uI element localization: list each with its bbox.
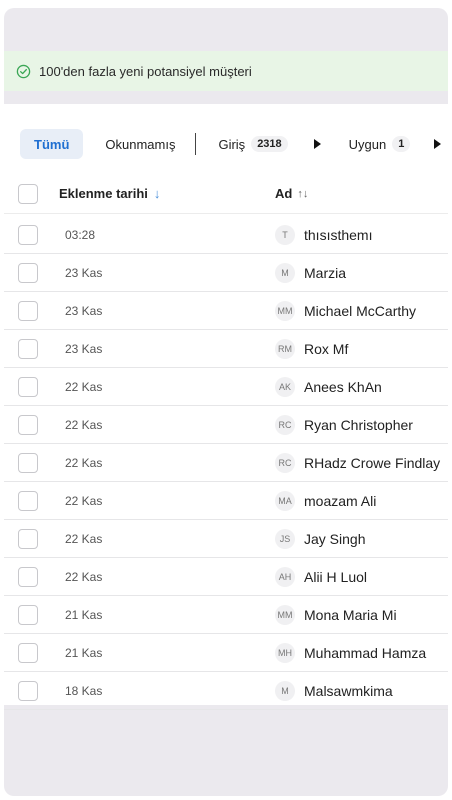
row-date: 23 Kas (65, 265, 103, 280)
table-row[interactable]: 22 Kas AK Anees KhAn (4, 368, 448, 406)
row-checkbox[interactable] (18, 604, 38, 625)
row-date: 22 Kas (65, 417, 103, 432)
row-date: 22 Kas (65, 493, 103, 508)
avatar: M (275, 262, 295, 283)
row-name[interactable]: moazam Ali (304, 493, 376, 509)
row-checkbox[interactable] (18, 300, 38, 321)
tab-inbox-count: 2318 (251, 136, 288, 152)
avatar: M (275, 680, 295, 701)
tab-qualified[interactable]: Uygun 1 (335, 129, 425, 159)
row-checkbox[interactable] (18, 642, 38, 663)
tab-all-label: Tümü (34, 136, 70, 152)
new-leads-alert[interactable]: 100'den fazla yeni potansiyel müşteri (4, 51, 448, 91)
row-date: 18 Kas (65, 683, 103, 698)
avatar: MM (275, 300, 295, 321)
row-checkbox[interactable] (18, 490, 38, 511)
table-row[interactable]: 21 Kas MH Muhammad Hamza (4, 634, 448, 672)
play-arrow-icon[interactable] (313, 139, 321, 149)
avatar: RC (275, 414, 295, 435)
check-circle-icon (16, 64, 31, 79)
avatar: AH (275, 566, 295, 587)
tab-inbox[interactable]: Giriş 2318 (204, 129, 301, 159)
table-row[interactable]: 22 Kas RC Ryan Christopher (4, 406, 448, 444)
app-frame: 100'den fazla yeni potansiyel müşteri Tü… (4, 8, 448, 796)
name-column-label: Ad (275, 186, 293, 201)
row-name[interactable]: Anees KhAn (304, 379, 382, 395)
table-row[interactable]: 22 Kas MA moazam Ali (4, 482, 448, 520)
row-date: 21 Kas (65, 645, 103, 660)
table-row[interactable]: 22 Kas JS Jay Singh (4, 520, 448, 558)
row-name[interactable]: Mona Maria Mi (304, 607, 397, 623)
row-name[interactable]: Jay Singh (304, 531, 365, 547)
table-row[interactable]: 03:28 T thısısthemı (4, 216, 448, 254)
row-checkbox[interactable] (18, 680, 38, 701)
row-date: 22 Kas (65, 455, 103, 470)
table-row[interactable]: 21 Kas MM Mona Maria Mi (4, 596, 448, 634)
row-checkbox[interactable] (18, 566, 38, 587)
leads-panel: Tümü Okunmamış Giriş 2318 Uygun 1 Eklenm… (4, 104, 448, 710)
tab-qualified-count: 1 (392, 136, 411, 152)
row-name[interactable]: thısısthemı (304, 227, 372, 243)
table-row[interactable]: 22 Kas RC RHadz Crowe Findlay (4, 444, 448, 482)
play-arrow-icon[interactable] (434, 139, 442, 149)
leads-table-body: 03:28 T thısısthemı 23 Kas M Marzia 23 K… (4, 216, 448, 710)
tab-all[interactable]: Tümü (20, 129, 84, 159)
name-column-header[interactable]: Ad ↑↓ (275, 186, 308, 201)
avatar: MA (275, 490, 295, 511)
alert-text: 100'den fazla yeni potansiyel müşteri (39, 63, 252, 79)
row-checkbox[interactable] (18, 262, 38, 283)
table-row[interactable]: 23 Kas MM Michael McCarthy (4, 292, 448, 330)
row-name[interactable]: Muhammad Hamza (304, 645, 426, 661)
table-row[interactable]: 22 Kas AH Alii H Luol (4, 558, 448, 596)
row-date: 22 Kas (65, 379, 103, 394)
row-checkbox[interactable] (18, 414, 38, 435)
row-name[interactable]: Alii H Luol (304, 569, 367, 585)
row-date: 23 Kas (65, 303, 103, 318)
table-row[interactable]: 23 Kas M Marzia (4, 254, 448, 292)
table-header: Eklenme tarihi ↓ Ad ↑↓ (4, 174, 448, 214)
row-name[interactable]: Michael McCarthy (304, 303, 416, 319)
sort-icon: ↑↓ (297, 187, 309, 200)
tab-inbox-label: Giriş (218, 136, 246, 152)
table-row[interactable]: 23 Kas RM Rox Mf (4, 330, 448, 368)
row-date: 21 Kas (65, 607, 103, 622)
row-name[interactable]: RHadz Crowe Findlay (304, 455, 440, 471)
row-checkbox[interactable] (18, 224, 38, 245)
date-column-label: Eklenme tarihi (59, 186, 148, 201)
avatar: MM (275, 604, 295, 625)
avatar: RM (275, 338, 295, 359)
row-name[interactable]: Malsawmkima (304, 683, 393, 699)
sort-descending-icon: ↓ (153, 186, 161, 201)
row-name[interactable]: Ryan Christopher (304, 417, 413, 433)
tab-qualified-label: Uygun (348, 136, 387, 152)
avatar: AK (275, 376, 295, 397)
row-checkbox[interactable] (18, 376, 38, 397)
avatar: MH (275, 642, 295, 663)
tab-unread-label: Okunmamış (105, 136, 176, 152)
row-date: 22 Kas (65, 569, 103, 584)
avatar: RC (275, 452, 295, 473)
row-name[interactable]: Marzia (304, 265, 346, 281)
row-name[interactable]: Rox Mf (304, 341, 348, 357)
select-all-checkbox[interactable] (18, 183, 38, 204)
row-checkbox[interactable] (18, 338, 38, 359)
table-row[interactable]: 18 Kas M Malsawmkima (4, 672, 448, 710)
row-date: 23 Kas (65, 341, 103, 356)
filter-tabs: Tümü Okunmamış Giriş 2318 Uygun 1 (4, 126, 448, 162)
row-date: 03:28 (65, 227, 96, 242)
date-column-header[interactable]: Eklenme tarihi ↓ (59, 186, 275, 201)
avatar: T (275, 224, 295, 245)
row-checkbox[interactable] (18, 528, 38, 549)
row-date: 22 Kas (65, 531, 103, 546)
avatar: JS (275, 528, 295, 549)
row-checkbox[interactable] (18, 452, 38, 473)
tab-unread[interactable]: Okunmamış (91, 129, 189, 159)
